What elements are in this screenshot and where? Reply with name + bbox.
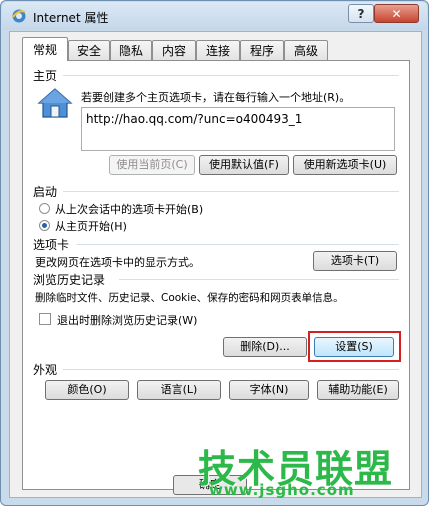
history-description: 删除临时文件、历史记录、Cookie、保存的密码和网页表单信息。	[35, 292, 344, 304]
tab-content[interactable]: 内容	[152, 40, 196, 60]
internet-properties-window: Internet 属性 ? ✕ 常规 安全 隐私 内容 连接 程序 高级 主页 …	[0, 0, 429, 506]
tab-security[interactable]: 安全	[68, 40, 110, 60]
tabs-section-label: 选项卡	[33, 238, 70, 252]
section-divider	[77, 244, 399, 245]
homepage-section-label: 主页	[33, 69, 58, 83]
tab-privacy[interactable]: 隐私	[110, 40, 152, 60]
history-section-label: 浏览历史记录	[33, 273, 106, 287]
homepage-description: 若要创建多个主页选项卡，请在每行输入一个地址(R)。	[81, 91, 351, 104]
startup-last-session-label[interactable]: 从上次会话中的选项卡开始(B)	[55, 201, 203, 217]
tabs-settings-button[interactable]: 选项卡(T)	[313, 251, 397, 271]
accessibility-button[interactable]: 辅助功能(E)	[317, 380, 399, 400]
delete-on-exit-label[interactable]: 退出时删除浏览历史记录(W)	[57, 312, 197, 328]
languages-button[interactable]: 语言(L)	[137, 380, 221, 400]
internet-explorer-icon	[12, 9, 26, 23]
home-icon	[37, 88, 73, 118]
use-current-button[interactable]: 使用当前页(C)	[109, 155, 195, 175]
tab-advanced[interactable]: 高级	[284, 40, 328, 60]
startup-homepage-label[interactable]: 从主页开始(H)	[55, 218, 127, 234]
startup-section-label: 启动	[33, 185, 58, 199]
delete-history-button[interactable]: 删除(D)...	[223, 337, 307, 357]
homepage-url-field[interactable]: http://hao.qq.com/?unc=o400493_1	[81, 107, 395, 151]
tab-programs[interactable]: 程序	[240, 40, 284, 60]
section-divider	[63, 369, 399, 370]
help-button[interactable]: ?	[348, 4, 374, 23]
section-divider	[63, 75, 399, 76]
general-tab-panel: 主页 若要创建多个主页选项卡，请在每行输入一个地址(R)。 http://hao…	[22, 60, 410, 490]
tab-general[interactable]: 常规	[22, 37, 68, 61]
colors-button[interactable]: 颜色(O)	[45, 380, 129, 400]
homepage-url-value: http://hao.qq.com/?unc=o400493_1	[86, 112, 303, 126]
window-title: Internet 属性	[33, 11, 109, 25]
fonts-button[interactable]: 字体(N)	[229, 380, 309, 400]
section-divider	[119, 279, 399, 280]
settings-highlight-box	[308, 331, 401, 362]
startup-last-session-radio[interactable]	[39, 203, 50, 214]
watermark-url: www.jsgho.com	[209, 481, 355, 499]
use-default-button[interactable]: 使用默认值(F)	[199, 155, 289, 175]
use-new-tab-button[interactable]: 使用新选项卡(U)	[293, 155, 397, 175]
tabs-section-description: 更改网页在选项卡中的显示方式。	[35, 256, 200, 269]
close-button[interactable]: ✕	[374, 4, 419, 23]
appearance-section-label: 外观	[33, 363, 58, 377]
dialog-body: 常规 安全 隐私 内容 连接 程序 高级 主页 若要创建多个主页选项卡，请在每行…	[9, 31, 422, 498]
title-bar[interactable]: Internet 属性 ? ✕	[2, 2, 427, 30]
delete-on-exit-checkbox[interactable]	[39, 313, 51, 325]
section-divider	[63, 191, 399, 192]
startup-homepage-radio[interactable]	[39, 220, 50, 231]
tab-connections[interactable]: 连接	[196, 40, 240, 60]
